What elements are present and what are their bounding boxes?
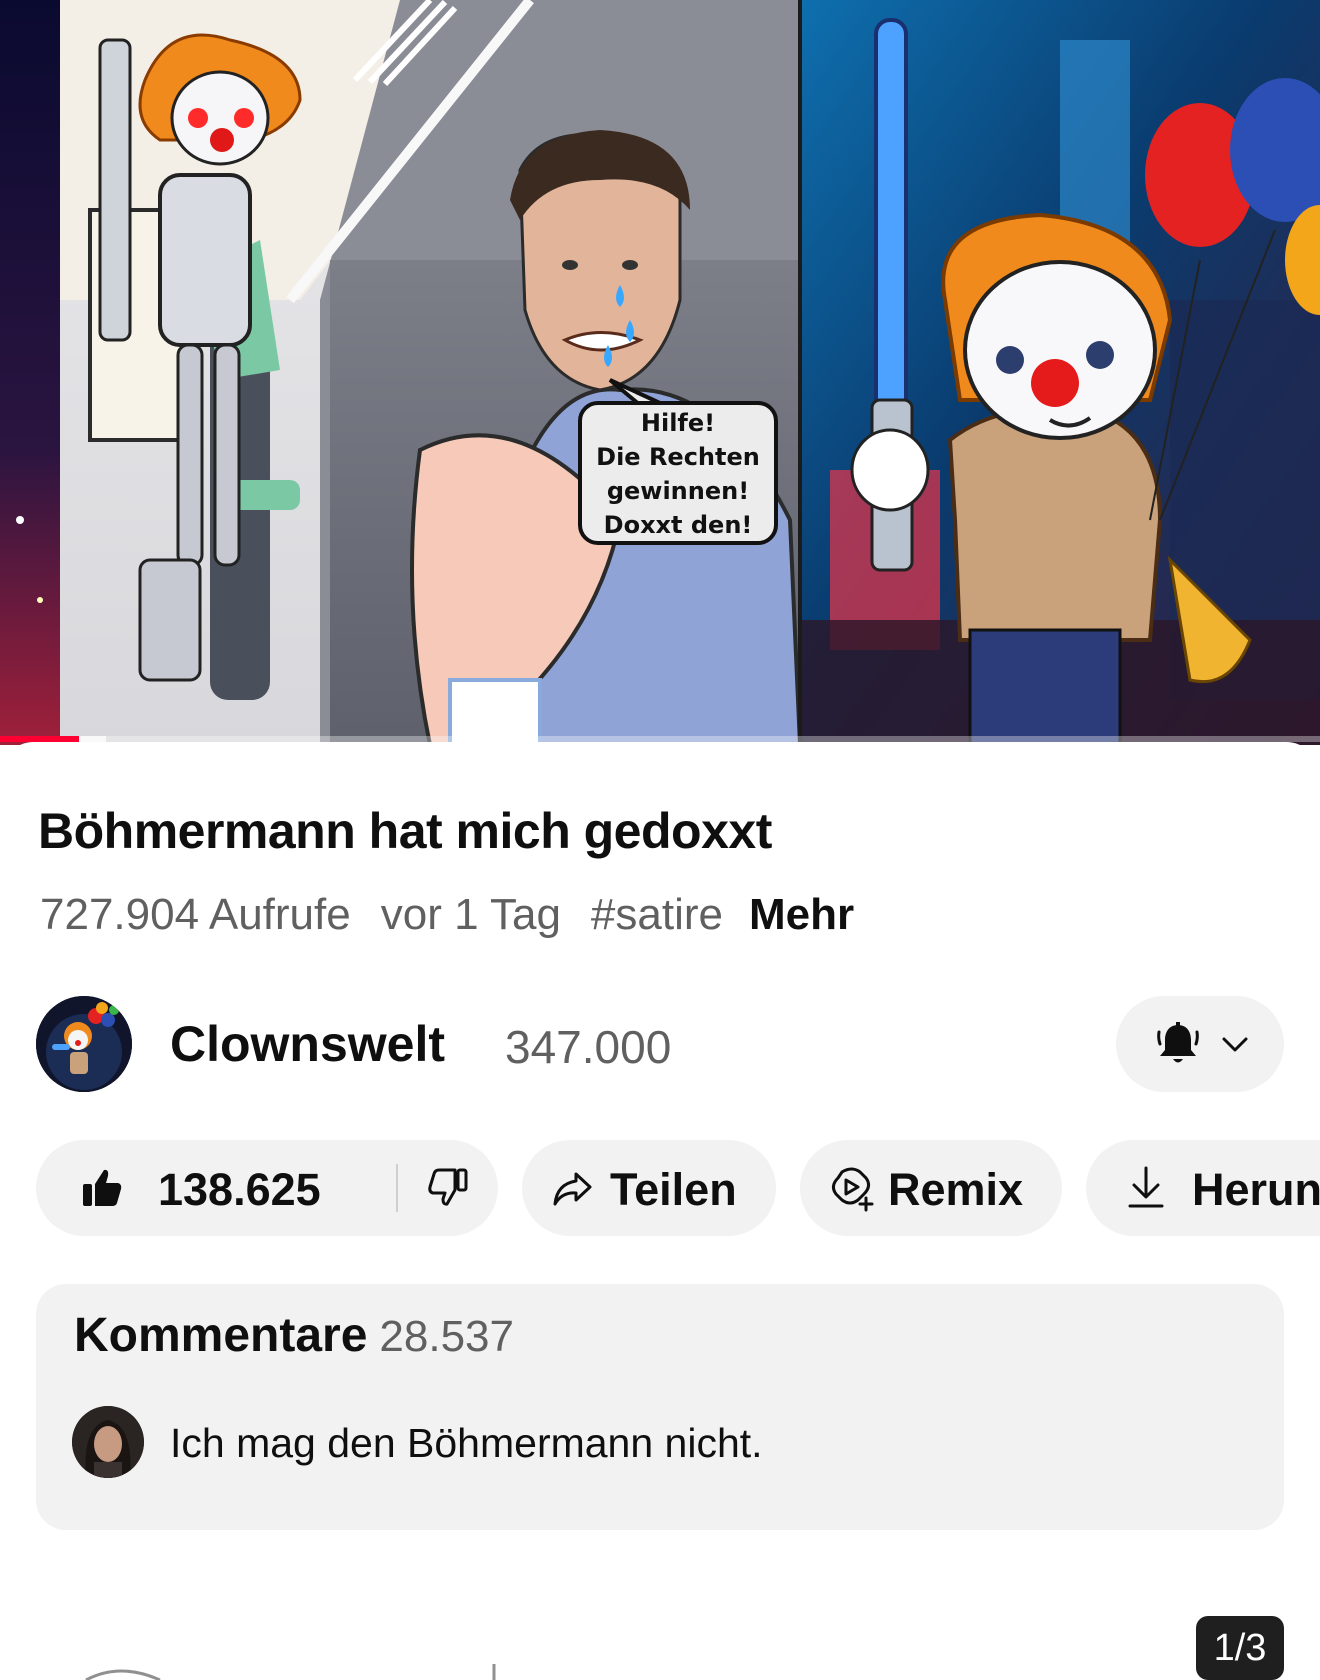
next-item-peek	[85, 1664, 496, 1680]
channel-avatar[interactable]	[36, 996, 132, 1092]
speech-line-2: Die Rechten	[596, 443, 760, 471]
view-count: 727.904 Aufrufe	[40, 890, 351, 939]
remix-icon	[831, 1167, 874, 1212]
comments-heading: Kommentare	[74, 1309, 368, 1362]
download-button[interactable]: Herunterladen	[1086, 1140, 1320, 1236]
bell-filled-icon	[1157, 1022, 1199, 1063]
video-player[interactable]: Hilfe! Die Rechten gewinnen! Doxxt den!	[0, 0, 1320, 745]
share-arrow-icon	[553, 1172, 592, 1206]
channel-name[interactable]: Clownswelt	[170, 1015, 445, 1073]
video-frame: Hilfe! Die Rechten gewinnen! Doxxt den!	[0, 0, 1320, 745]
commenter-avatar	[72, 1406, 144, 1478]
video-meta[interactable]: 727.904 Aufrufe vor 1 Tag #satire Mehr	[40, 890, 884, 940]
chevron-down-icon	[1222, 1037, 1248, 1052]
thumbs-down-icon[interactable]	[426, 1166, 470, 1210]
night-city-strip	[0, 0, 60, 745]
remix-button[interactable]: Remix	[800, 1140, 1062, 1236]
share-button[interactable]: Teilen	[522, 1140, 776, 1236]
notification-bell-button[interactable]	[1116, 996, 1284, 1092]
like-dislike-pill: 138.625	[36, 1140, 498, 1236]
download-label: Herunterladen	[1192, 1164, 1320, 1215]
more-link[interactable]: Mehr	[749, 890, 854, 939]
channel-avatar-image	[36, 996, 132, 1092]
speech-bubble: Hilfe! Die Rechten gewinnen! Doxxt den!	[578, 378, 778, 545]
shorts-watch-page: Hilfe! Die Rechten gewinnen! Doxxt den!	[0, 0, 1320, 1680]
hashtag-link[interactable]: #satire	[591, 890, 723, 939]
page-indicator: 1/3	[1196, 1616, 1284, 1680]
like-count[interactable]: 138.625	[158, 1164, 321, 1216]
commenter-avatar-image	[72, 1406, 144, 1478]
comments-card[interactable]: Kommentare 28.537 Ich mag den Böhmermann …	[36, 1284, 1284, 1530]
comments-count: 28.537	[379, 1312, 514, 1361]
subscriber-count: 347.000	[505, 1021, 672, 1073]
download-icon	[1128, 1166, 1164, 1208]
like-divider	[396, 1164, 398, 1212]
video-title[interactable]: Böhmermann hat mich gedoxxt	[38, 802, 772, 860]
remix-label: Remix	[888, 1164, 1024, 1215]
share-label: Teilen	[610, 1164, 737, 1215]
speech-line-3: gewinnen!	[607, 477, 749, 505]
top-comment-text: Ich mag den Böhmermann nicht.	[170, 1420, 763, 1466]
comments-header: Kommentare 28.537	[74, 1308, 514, 1363]
upload-age: vor 1 Tag	[380, 890, 561, 939]
video-details-sheet: Böhmermann hat mich gedoxxt 727.904 Aufr…	[0, 742, 1320, 1680]
thumbs-up-icon[interactable]	[80, 1166, 124, 1210]
speech-line-1: Hilfe!	[641, 409, 715, 437]
speech-line-4: Doxxt den!	[604, 511, 753, 539]
